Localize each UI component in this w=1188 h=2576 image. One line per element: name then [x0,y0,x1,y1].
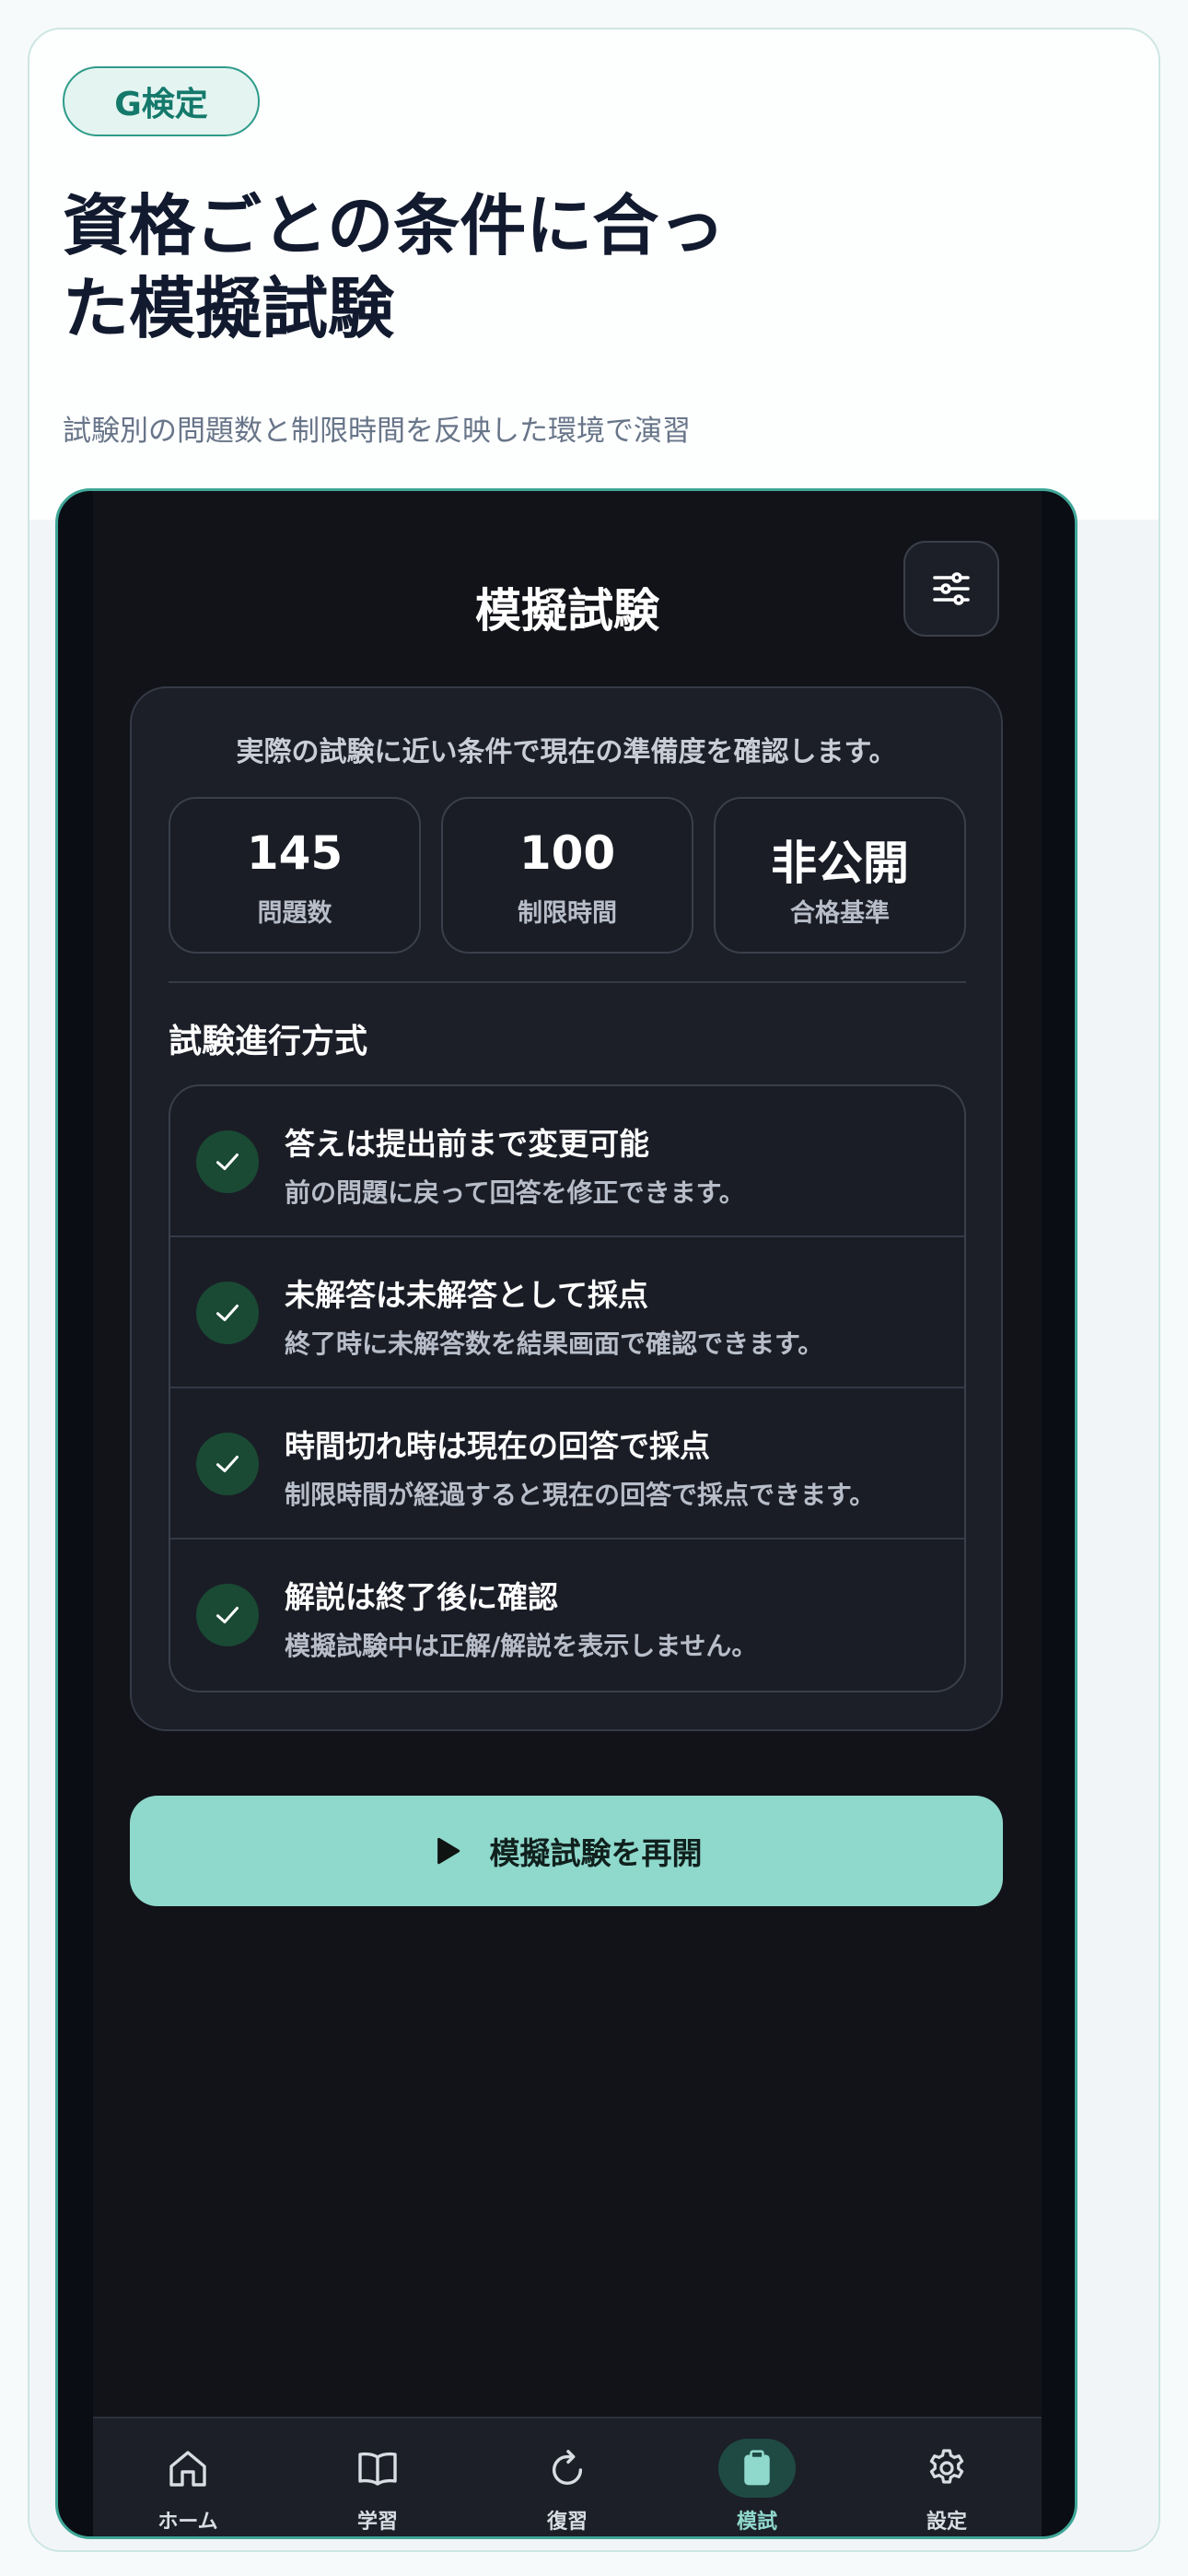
screen-title: 模擬試験 [475,584,659,638]
app-screen: 模擬試験 実際の試験に近い条件で現在の準備度を確認します。 145 問題数 10… [93,491,1042,2536]
rule-title: 解説は終了後に確認 [285,1579,558,1615]
section-title: 試験進行方式 [169,1023,368,1060]
clipboard-icon [718,2439,796,2498]
bottom-nav: ホーム 学習 復習 模試 設定 [93,2417,1042,2536]
list-item: 未解答は未解答として採点 終了時に未解答数を結果画面で確認できます。 [170,1237,964,1388]
stat-value: 145 [246,826,344,880]
nav-label: 模試 [736,2511,777,2534]
intro-text: 実際の試験に近い条件で現在の準備度を確認します。 [236,736,897,768]
rule-desc: 模擬試験中は正解/解説を表示しません。 [285,1631,758,1661]
stat-label: 合格基準 [790,899,890,928]
list-item: 答えは提出前まで変更可能 前の問題に戻って回答を修正できます。 [170,1086,964,1237]
exam-badge: G検定 [63,66,260,136]
play-icon [431,1835,462,1867]
resume-label: 模擬試験を再開 [489,1836,703,1870]
stat-value: 100 [518,826,616,880]
nav-item-settings[interactable]: 設定 [852,2418,1042,2536]
rule-title: 未解答は未解答として採点 [285,1277,649,1313]
nav-item-mock-exam[interactable]: 模試 [662,2418,852,2536]
nav-label: 学習 [356,2511,398,2534]
nav-item-study[interactable]: 学習 [283,2418,472,2536]
stat-question-count: 145 問題数 [169,797,421,954]
resume-exam-button[interactable]: 模擬試験を再開 [130,1796,1003,1906]
stat-label: 問題数 [257,899,332,928]
headline: 資格ごとの条件に合った模擬試験 [63,187,726,347]
rule-title: 答えは提出前まで変更可能 [285,1126,649,1162]
book-icon [339,2439,416,2498]
rule-desc: 終了時に未解答数を結果画面で確認できます。 [285,1329,824,1359]
nav-label: 復習 [546,2511,588,2534]
rules-list: 答えは提出前まで変更可能 前の問題に戻って回答を修正できます。 未解答は未解答と… [169,1084,966,1692]
rule-desc: 前の問題に戻って回答を修正できます。 [285,1177,745,1208]
refresh-icon [529,2439,606,2498]
settings-button[interactable] [903,541,999,637]
list-item: 時間切れ時は現在の回答で採点 制限時間が経過すると現在の回答で採点できます。 [170,1388,964,1540]
exam-info-card: 実際の試験に近い条件で現在の準備度を確認します。 145 問題数 100 制限時… [130,686,1003,1731]
list-item: 解説は終了後に確認 模擬試験中は正解/解説を表示しません。 [170,1540,964,1691]
sliders-icon [933,572,970,605]
rule-title: 時間切れ時は現在の回答で採点 [285,1428,710,1464]
stat-time-limit: 100 制限時間 [441,797,693,954]
nav-item-home[interactable]: ホーム [93,2418,283,2536]
gear-icon [908,2439,985,2498]
check-icon [196,1282,259,1344]
home-icon [149,2439,227,2498]
divider [169,981,966,983]
check-icon [196,1433,259,1495]
check-icon [196,1130,259,1193]
check-icon [196,1584,259,1646]
subtext: 試験別の問題数と制限時間を反映した環境で演習 [63,415,691,448]
stat-value: 非公開 [771,837,909,890]
rule-desc: 制限時間が経過すると現在の回答で採点できます。 [285,1480,876,1510]
stat-label: 制限時間 [518,899,617,928]
nav-label: ホーム [157,2511,218,2534]
phone-frame: 模擬試験 実際の試験に近い条件で現在の準備度を確認します。 145 問題数 10… [55,488,1077,2539]
nav-label: 設定 [926,2511,967,2534]
stat-pass-criteria: 非公開 合格基準 [714,797,966,954]
nav-item-review[interactable]: 復習 [472,2418,662,2536]
